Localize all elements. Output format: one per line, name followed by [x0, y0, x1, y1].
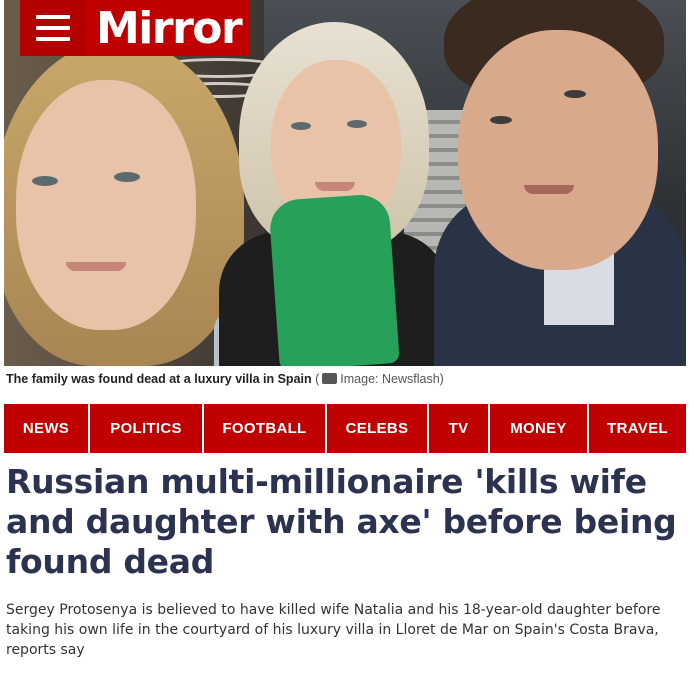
- photo-person-wife: [219, 22, 449, 366]
- article-standfirst: Sergey Protosenya is believed to have ki…: [6, 602, 661, 658]
- photo-person-husband: [434, 0, 686, 366]
- photo-caption: The family was found dead at a luxury vi…: [6, 372, 444, 386]
- nav-item-news[interactable]: NEWS: [4, 404, 90, 453]
- article-headline: Russian multi-millionaire 'kills wife an…: [6, 462, 677, 581]
- mirror-logo[interactable]: Mirror: [20, 0, 250, 56]
- hamburger-menu-icon[interactable]: [20, 0, 86, 56]
- caption-credit: Image: Newsflash: [340, 372, 440, 386]
- nav-item-travel[interactable]: TRAVEL: [589, 404, 686, 453]
- nav-item-politics[interactable]: POLITICS: [90, 404, 204, 453]
- caption-text: The family was found dead at a luxury vi…: [6, 372, 312, 386]
- camera-icon: [322, 373, 338, 384]
- nav-item-celebs[interactable]: CELEBS: [327, 404, 429, 453]
- nav-item-money[interactable]: MONEY: [490, 404, 589, 453]
- nav-item-football[interactable]: FOOTBALL: [204, 404, 327, 453]
- nav-item-tv[interactable]: TV: [429, 404, 490, 453]
- photo-person-daughter: [4, 40, 314, 366]
- logo-text: Mirror: [96, 2, 243, 54]
- section-nav: NEWS POLITICS FOOTBALL CELEBS TV MONEY T…: [4, 404, 686, 453]
